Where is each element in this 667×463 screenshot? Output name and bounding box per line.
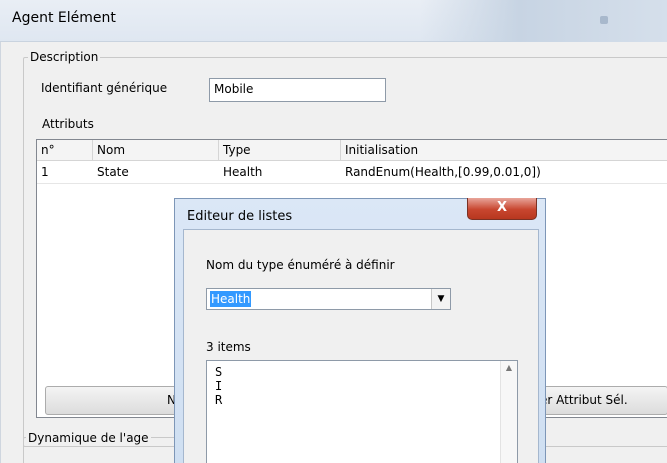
column-header-name[interactable]: Nom — [93, 140, 219, 161]
new-attribute-button[interactable]: Nouv — [45, 386, 185, 415]
list-editor-title: Editeur de listes — [187, 209, 293, 224]
cell-number: 1 — [41, 165, 49, 179]
cell-initialisation: RandEnum(Health,[0.99,0.01,0]) — [345, 165, 541, 179]
column-header-type[interactable]: Type — [219, 140, 341, 161]
list-editor-dialog: Editeur de listes X Nom du type énuméré … — [174, 198, 546, 463]
generic-id-field[interactable]: Mobile — [209, 78, 386, 102]
cell-type: Health — [223, 165, 263, 179]
enum-type-value: Health — [210, 291, 252, 307]
window-title-bar: Agent Elément — [0, 0, 667, 42]
scroll-up-icon[interactable]: ▲ — [501, 363, 517, 372]
list-editor-body: Nom du type énuméré à définir Health ▼ 3… — [183, 229, 539, 463]
close-button[interactable]: X — [467, 198, 537, 220]
enum-type-combo[interactable]: Health ▼ — [206, 288, 451, 310]
generic-id-label: Identifiant générique — [41, 81, 168, 95]
column-header-number[interactable]: n° — [37, 140, 93, 161]
chevron-down-icon[interactable]: ▼ — [431, 289, 450, 309]
items-scrollbar[interactable]: ▲ — [500, 361, 517, 463]
column-header-initialisation[interactable]: Initialisation — [341, 140, 667, 161]
attributes-label: Attributs — [42, 117, 94, 131]
description-legend: Description — [28, 50, 101, 64]
title-bar-glass — [420, 0, 667, 42]
title-bar-glint-icon — [600, 16, 608, 24]
enum-type-label: Nom du type énuméré à définir — [206, 258, 395, 272]
list-item[interactable]: R — [215, 393, 222, 407]
delete-attribute-button[interactable]: er Attribut Sél. — [526, 386, 667, 415]
table-row[interactable]: 1 State Health RandEnum(Health,[0.99,0.0… — [37, 162, 667, 184]
dynamics-legend: Dynamique de l'age — [26, 431, 151, 445]
window-title: Agent Elément — [12, 10, 116, 26]
items-count-label: 3 items — [206, 340, 251, 354]
items-list[interactable]: S I R ▲ — [206, 360, 518, 463]
list-item[interactable]: I — [215, 379, 222, 393]
list-item[interactable]: S — [215, 365, 222, 379]
close-icon: X — [496, 200, 508, 215]
cell-name: State — [97, 165, 129, 179]
attributes-header-row: n° Nom Type Initialisation — [37, 140, 667, 161]
